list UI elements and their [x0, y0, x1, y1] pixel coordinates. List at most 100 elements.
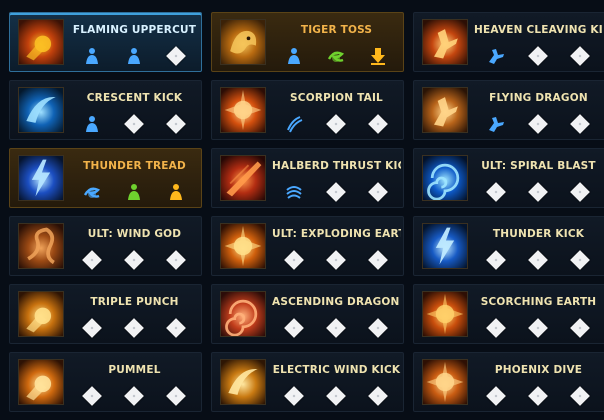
empty-rune-slot[interactable] — [166, 318, 186, 338]
halberd-thrust-kick-icon — [220, 155, 266, 201]
empty-rune-slot[interactable] — [570, 46, 590, 66]
empty-rune-slot[interactable] — [82, 250, 102, 270]
empty-rune-slot[interactable] — [124, 386, 144, 406]
skill-card-phoenix-dive[interactable]: PHOENIX DIVE — [413, 352, 604, 412]
rune-slot[interactable] — [166, 182, 186, 202]
rune-slot[interactable] — [124, 46, 144, 66]
empty-rune-slot[interactable] — [82, 318, 102, 338]
skill-card-thunder-kick[interactable]: THUNDER KICK — [413, 216, 604, 276]
empty-rune-slot[interactable] — [326, 114, 346, 134]
diamond-slot-icon — [368, 386, 388, 406]
empty-rune-slot[interactable] — [284, 250, 304, 270]
skill-card-electric-wind-kick[interactable]: ELECTRIC WIND KICK — [211, 352, 404, 412]
empty-rune-slot[interactable] — [528, 386, 548, 406]
empty-rune-slot[interactable] — [528, 318, 548, 338]
rune-slot[interactable] — [124, 182, 144, 202]
skill-name: THUNDER KICK — [492, 228, 585, 240]
triple-punch-icon — [18, 291, 64, 337]
rune-slots — [486, 318, 596, 338]
empty-rune-slot[interactable] — [570, 386, 590, 406]
empty-rune-slot[interactable] — [82, 386, 102, 406]
rune-slot[interactable] — [326, 46, 346, 66]
skill-name: FLAMING UPPERCUT — [72, 24, 197, 36]
diamond-slot-icon — [82, 318, 102, 338]
rune-slot[interactable] — [82, 46, 102, 66]
empty-rune-slot[interactable] — [284, 318, 304, 338]
exploding-earth-icon — [220, 223, 266, 269]
skill-name: ELECTRIC WIND KICK — [272, 364, 401, 376]
skill-card-ascending-dragon[interactable]: ASCENDING DRAGON ... — [211, 284, 404, 344]
empty-rune-slot[interactable] — [528, 114, 548, 134]
skill-card-heaven-cleaving-kick[interactable]: HEAVEN CLEAVING KICK — [413, 12, 604, 72]
diamond-slot-icon — [82, 250, 102, 270]
skill-card-flaming-uppercut[interactable]: FLAMING UPPERCUT — [9, 12, 202, 72]
empty-rune-slot[interactable] — [486, 250, 506, 270]
rune-slot[interactable] — [486, 46, 506, 66]
skill-card-ult-wind-god[interactable]: ULT: WIND GOD — [9, 216, 202, 276]
skill-name: THUNDER TREAD — [83, 160, 186, 172]
empty-rune-slot[interactable] — [166, 46, 186, 66]
crescent-kick-icon — [18, 87, 64, 133]
diamond-slot-icon — [124, 318, 144, 338]
empty-rune-slot[interactable] — [486, 182, 506, 202]
rune-slot[interactable] — [82, 114, 102, 134]
empty-rune-slot[interactable] — [570, 250, 590, 270]
empty-rune-slot[interactable] — [570, 182, 590, 202]
empty-rune-slot[interactable] — [326, 318, 346, 338]
rune-slots — [284, 386, 394, 406]
rune-slot[interactable] — [284, 114, 304, 134]
empty-rune-slot[interactable] — [486, 318, 506, 338]
rune-slots — [82, 386, 192, 406]
skill-card-tiger-toss[interactable]: TIGER TOSS — [211, 12, 404, 72]
empty-rune-slot[interactable] — [326, 250, 346, 270]
rune-slots — [486, 182, 596, 202]
skill-card-ult-exploding-eart[interactable]: ULT: EXPLODING EART... — [211, 216, 404, 276]
skill-card-pummel[interactable]: PUMMEL — [9, 352, 202, 412]
rune-slot[interactable] — [82, 182, 102, 202]
empty-rune-slot[interactable] — [124, 114, 144, 134]
empty-rune-slot[interactable] — [166, 114, 186, 134]
spiral-blast-icon — [422, 155, 468, 201]
empty-rune-slot[interactable] — [284, 386, 304, 406]
skill-card-scorpion-tail[interactable]: SCORPION TAIL — [211, 80, 404, 140]
empty-rune-slot[interactable] — [368, 182, 388, 202]
empty-rune-slot[interactable] — [326, 182, 346, 202]
rune-slots — [82, 250, 192, 270]
rune-slot[interactable] — [284, 46, 304, 66]
empty-rune-slot[interactable] — [570, 318, 590, 338]
diamond-slot-icon — [124, 386, 144, 406]
skill-card-thunder-tread[interactable]: THUNDER TREAD — [9, 148, 202, 208]
diamond-slot-icon — [284, 318, 304, 338]
empty-rune-slot[interactable] — [124, 250, 144, 270]
skill-card-triple-punch[interactable]: TRIPLE PUNCH — [9, 284, 202, 344]
empty-rune-slot[interactable] — [368, 386, 388, 406]
empty-rune-slot[interactable] — [528, 250, 548, 270]
empty-rune-slot[interactable] — [326, 386, 346, 406]
empty-rune-slot[interactable] — [124, 318, 144, 338]
empty-rune-slot[interactable] — [166, 250, 186, 270]
diamond-slot-icon — [486, 386, 506, 406]
empty-rune-slot[interactable] — [486, 386, 506, 406]
skill-card-crescent-kick[interactable]: CRESCENT KICK — [9, 80, 202, 140]
skill-card-ult-spiral-blast[interactable]: ULT: SPIRAL BLAST — [413, 148, 604, 208]
rune-slots — [82, 46, 192, 66]
empty-rune-slot[interactable] — [368, 114, 388, 134]
empty-rune-slot[interactable] — [368, 318, 388, 338]
skill-card-halberd-thrust-kick[interactable]: HALBERD THRUST KICK — [211, 148, 404, 208]
rune-slot[interactable] — [284, 182, 304, 202]
skill-card-scorching-earth[interactable]: SCORCHING EARTH — [413, 284, 604, 344]
rune-slot[interactable] — [368, 46, 388, 66]
skill-name: TIGER TOSS — [300, 24, 373, 36]
rune-slot[interactable] — [486, 114, 506, 134]
diamond-slot-icon — [326, 318, 346, 338]
wind-god-icon — [18, 223, 64, 269]
skill-card-flying-dragon[interactable]: FLYING DRAGON — [413, 80, 604, 140]
skill-name: SCORPION TAIL — [290, 92, 383, 104]
diamond-slot-icon — [326, 114, 346, 134]
empty-rune-slot[interactable] — [528, 46, 548, 66]
empty-rune-slot[interactable] — [570, 114, 590, 134]
empty-rune-slot[interactable] — [368, 250, 388, 270]
empty-rune-slot[interactable] — [528, 182, 548, 202]
phoenix-dive-icon — [422, 359, 468, 405]
empty-rune-slot[interactable] — [166, 386, 186, 406]
